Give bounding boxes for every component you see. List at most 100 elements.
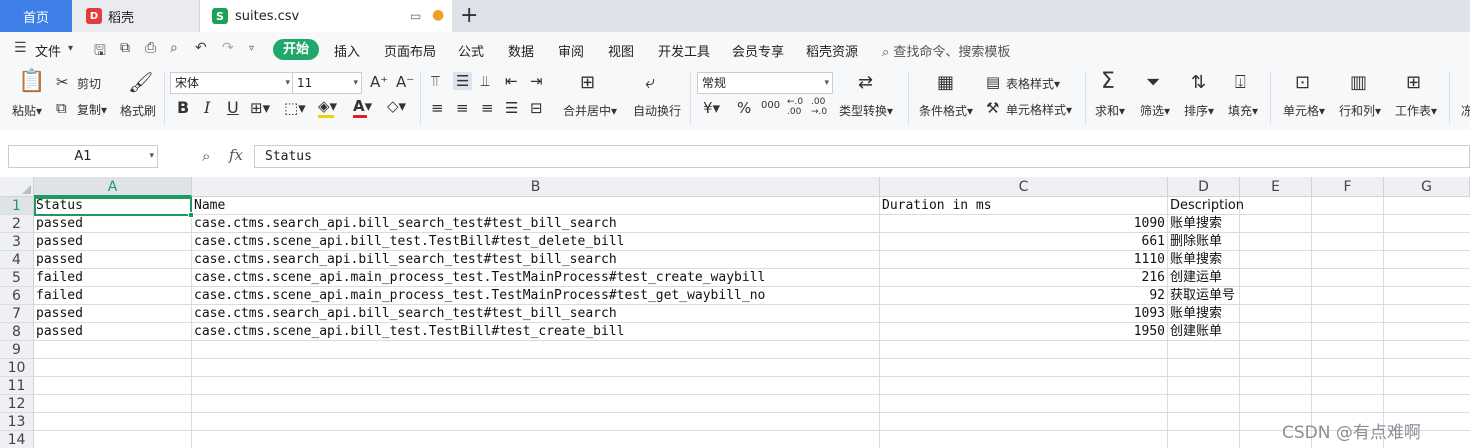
worksheet-button[interactable]: 工作表▾ (1395, 102, 1437, 119)
column-header-a[interactable]: A (34, 177, 192, 197)
screen-icon[interactable]: ▭ (410, 9, 421, 23)
chevron-down-icon[interactable]: ▾ (68, 43, 73, 54)
font-shrink-icon[interactable]: A⁻ (396, 73, 414, 91)
filter-icon[interactable]: ⏷ (1146, 73, 1160, 93)
align-middle-icon[interactable]: ☰ (453, 72, 473, 90)
sort-button[interactable]: 排序▾ (1184, 102, 1214, 119)
distributed-icon[interactable]: ⊟ (530, 99, 543, 117)
row-header[interactable]: 13 (0, 413, 34, 431)
font-color-icon[interactable]: A▾ (353, 97, 372, 115)
row-header[interactable]: 14 (0, 431, 34, 448)
row-header[interactable]: 9 (0, 341, 34, 359)
column-header-e[interactable]: E (1240, 177, 1312, 197)
type-convert-icon[interactable]: ⇄ (858, 73, 873, 93)
cell-style-button[interactable]: 单元格样式▾ (1006, 101, 1072, 118)
column-header-c[interactable]: C (880, 177, 1168, 197)
copy-button[interactable]: 复制▾ (77, 101, 107, 118)
scissors-icon[interactable]: ✂ (56, 73, 69, 91)
menu-member[interactable]: 会员专享 (732, 41, 784, 60)
menu-developer[interactable]: 开发工具 (658, 41, 710, 60)
underline-button[interactable]: U (227, 98, 239, 117)
cell[interactable]: case.ctms.scene_api.bill_test.TestBill#t… (192, 233, 879, 251)
menu-file[interactable]: 文件 (35, 41, 61, 60)
row-header[interactable]: 5 (0, 269, 34, 287)
align-top-icon[interactable]: ⫪ (431, 72, 439, 90)
conditional-format-icon[interactable]: ▦ (937, 73, 954, 93)
merge-center-button[interactable]: 合并居中▾ (563, 102, 617, 119)
paste-icon[interactable]: 📋 (18, 71, 45, 93)
menu-review[interactable]: 审阅 (558, 41, 584, 60)
rows-cols-button[interactable]: 行和列▾ (1339, 102, 1381, 119)
paste-button[interactable]: 粘贴▾ (12, 102, 42, 119)
cell[interactable]: passed (34, 323, 191, 341)
indent-decrease-icon[interactable]: ⇤ (505, 72, 518, 90)
format-painter-icon[interactable]: 🖌 (128, 72, 153, 92)
new-tab-button[interactable]: + (460, 2, 478, 30)
cell[interactable]: passed (34, 251, 191, 269)
cell[interactable]: 661 (880, 233, 1167, 251)
row-header[interactable]: 10 (0, 359, 34, 377)
cell[interactable]: Duration in ms (880, 197, 1167, 215)
tab-home[interactable]: 首页 (0, 0, 72, 32)
cells-icon[interactable]: ⊡ (1295, 73, 1310, 93)
select-all-corner[interactable] (0, 177, 34, 197)
name-box[interactable]: A1 ▾ (8, 145, 158, 168)
hamburger-icon[interactable]: ☰ (14, 40, 27, 56)
cell[interactable]: passed (34, 233, 191, 251)
row-header[interactable]: 11 (0, 377, 34, 395)
cell[interactable]: failed (34, 287, 191, 305)
function-icon[interactable]: fx (229, 146, 243, 164)
align-bottom-icon[interactable]: ⫫ (481, 72, 489, 90)
number-format-select[interactable]: 常规 ▾ (697, 72, 833, 94)
column-header-b[interactable]: B (192, 177, 880, 197)
table-style-button[interactable]: 表格样式▾ (1006, 75, 1060, 92)
column-header-f[interactable]: F (1312, 177, 1384, 197)
filter-button[interactable]: 筛选▾ (1140, 102, 1170, 119)
percent-button[interactable]: % (737, 99, 751, 117)
menu-data[interactable]: 数据 (508, 41, 534, 60)
menu-insert[interactable]: 插入 (334, 41, 360, 60)
wrap-text-button[interactable]: 自动换行 (633, 102, 681, 119)
column-header-g[interactable]: G (1384, 177, 1470, 197)
menu-home[interactable]: 开始 (273, 39, 319, 60)
font-grow-icon[interactable]: A⁺ (370, 73, 388, 91)
print-preview-icon[interactable]: ⌕ (170, 40, 178, 56)
cell[interactable]: case.ctms.scene_api.main_process_test.Te… (192, 287, 879, 305)
format-painter-button[interactable]: 格式刷 (120, 102, 156, 119)
rows-cols-icon[interactable]: ▥ (1350, 73, 1367, 93)
increase-decimal-icon[interactable]: ←.0.00 (787, 97, 803, 117)
wrap-text-icon[interactable]: ⤶ (645, 73, 655, 93)
border-icon[interactable]: ⊞▾ (250, 99, 270, 117)
cells-button[interactable]: 单元格▾ (1283, 102, 1325, 119)
clear-format-icon[interactable]: ◇▾ (387, 97, 406, 115)
zoom-icon[interactable]: ⌕ (202, 147, 210, 165)
cell[interactable]: case.ctms.search_api.bill_search_test#te… (192, 215, 879, 233)
fill-button[interactable]: 填充▾ (1228, 102, 1258, 119)
cell[interactable]: passed (34, 215, 191, 233)
row-header[interactable]: 3 (0, 233, 34, 251)
cell[interactable]: 1093 (880, 305, 1167, 323)
indent-increase-icon[interactable]: ⇥ (530, 72, 543, 90)
cell[interactable]: Description (1168, 197, 1312, 215)
row-header[interactable]: 2 (0, 215, 34, 233)
redo-icon[interactable]: ↷ (222, 40, 234, 56)
tab-suites-csv[interactable]: S suites.csv ▭ ● (200, 0, 452, 32)
cell[interactable]: 获取运单号 (1168, 287, 1312, 305)
row-header[interactable]: 6 (0, 287, 34, 305)
sum-icon[interactable]: Σ (1101, 71, 1115, 93)
cell[interactable]: 1090 (880, 215, 1167, 233)
row-header[interactable]: 12 (0, 395, 34, 413)
quick-access-more-icon[interactable]: ▿ (249, 43, 254, 54)
cell[interactable]: case.ctms.search_api.bill_search_test#te… (192, 305, 879, 323)
cell[interactable]: 创建运单 (1168, 269, 1312, 287)
merge-cells-icon[interactable]: ⊞ (580, 73, 595, 93)
cell[interactable]: 216 (880, 269, 1167, 287)
cell-area[interactable]: Status Name Duration in ms Description passe… (34, 197, 1470, 448)
cell[interactable]: 1950 (880, 323, 1167, 341)
row-header[interactable]: 7 (0, 305, 34, 323)
menu-view[interactable]: 视图 (608, 41, 634, 60)
freeze-button[interactable]: 冻 (1461, 102, 1470, 119)
cell[interactable]: 1110 (880, 251, 1167, 269)
menu-page-layout[interactable]: 页面布局 (384, 41, 436, 60)
align-center-icon[interactable]: ≡ (456, 99, 469, 117)
